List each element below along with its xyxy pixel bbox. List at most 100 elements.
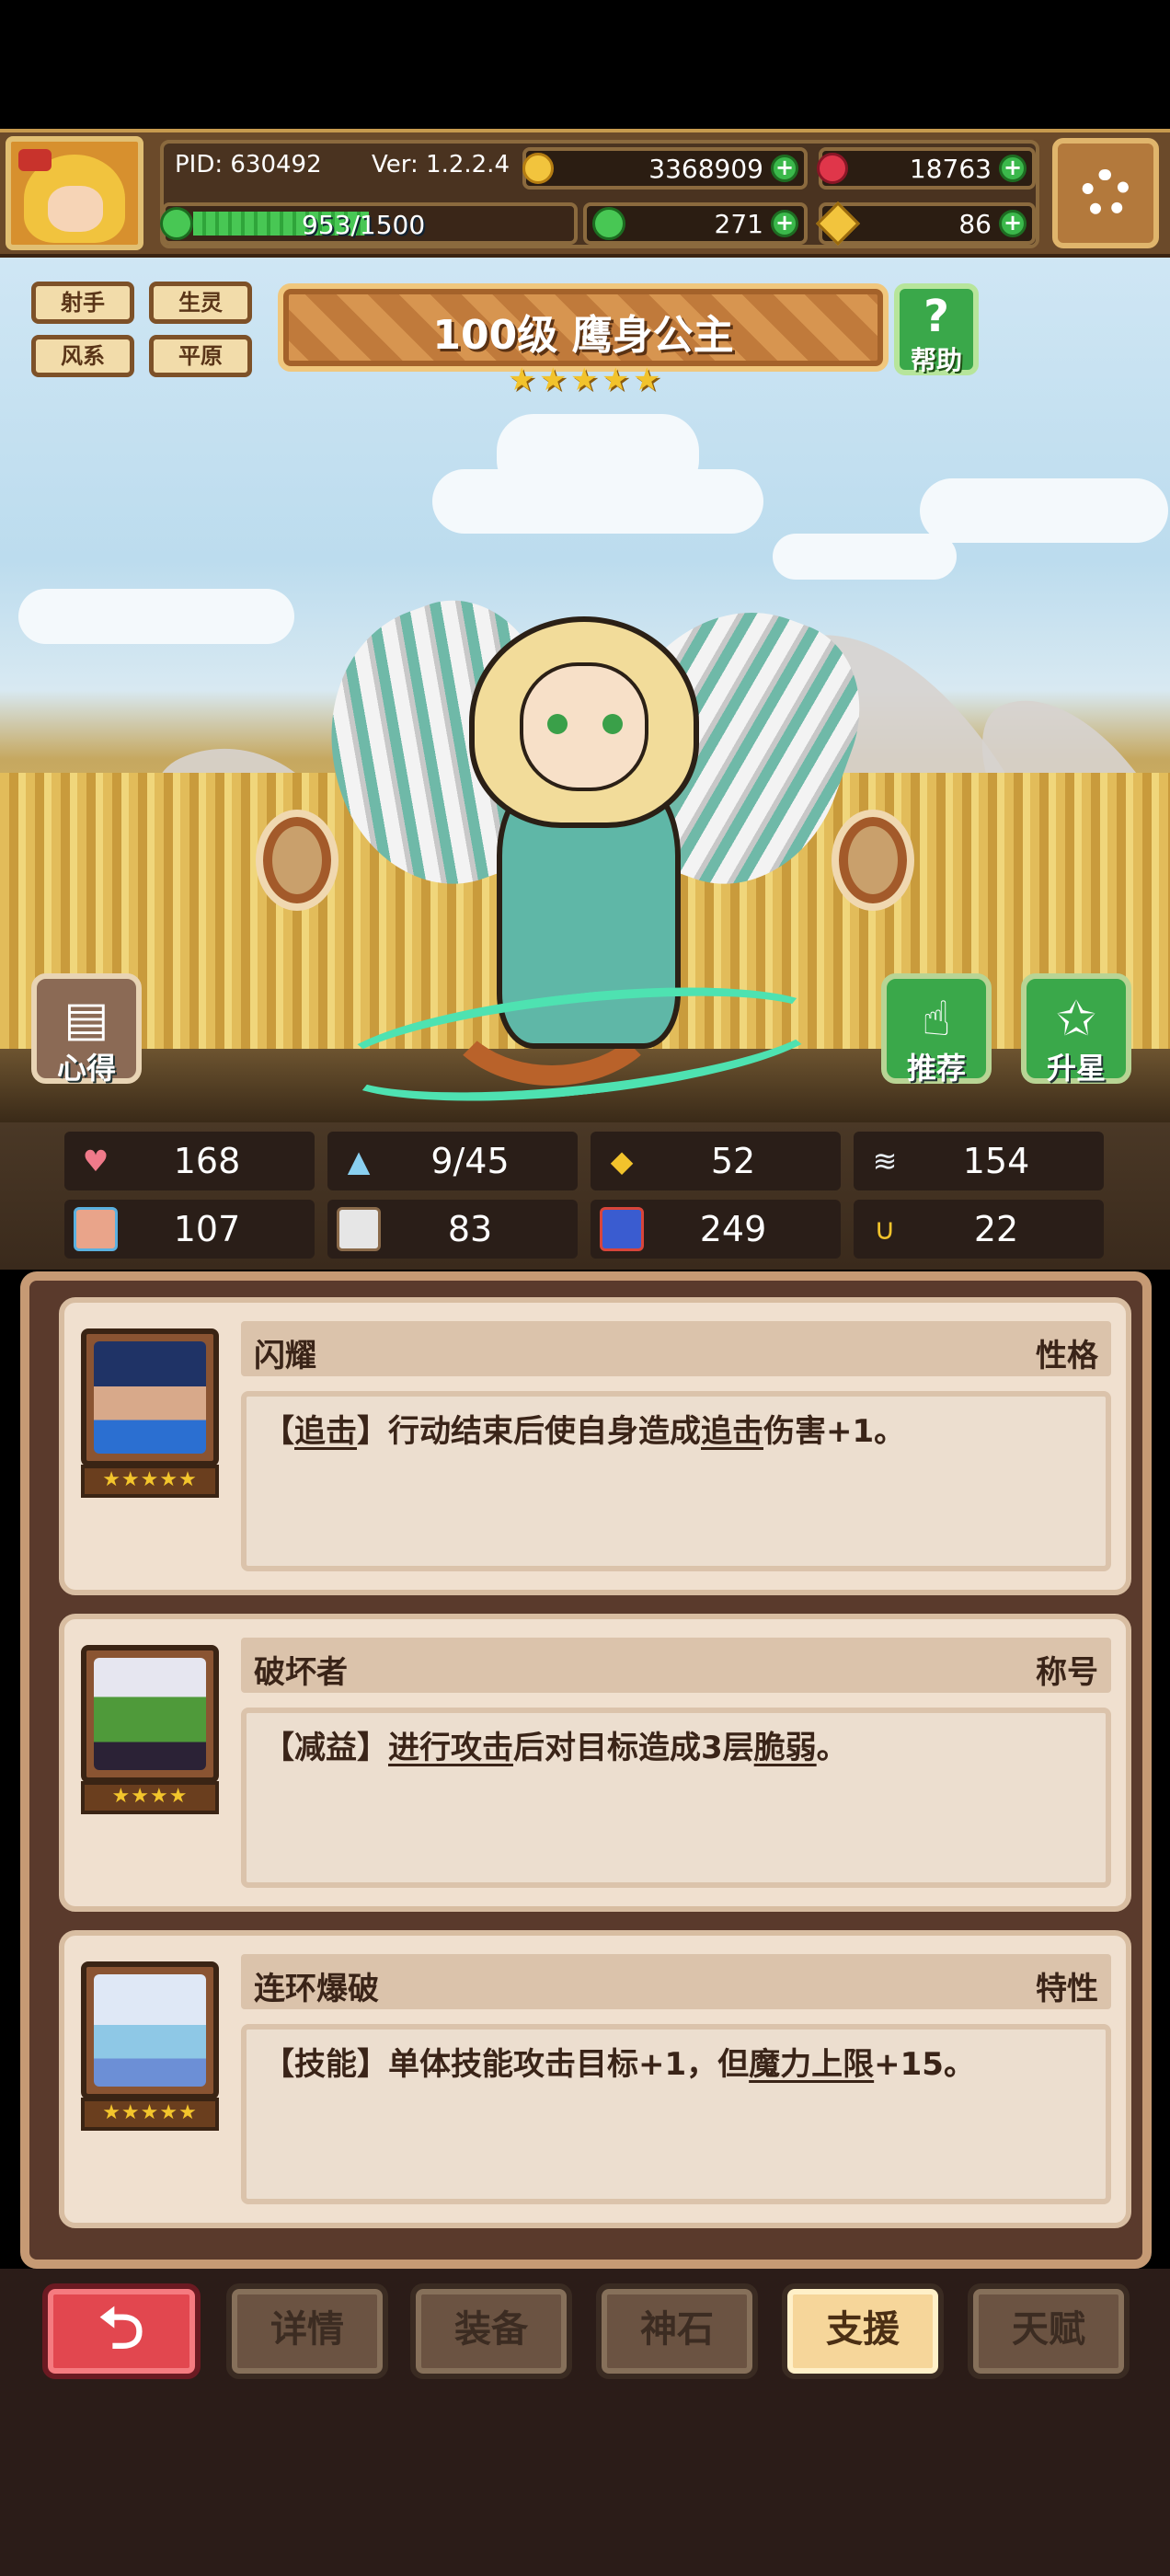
star-icon: ★	[508, 362, 536, 398]
scroll-icon: ▤	[63, 992, 109, 1047]
support-star-rating: ★★★★★	[81, 1465, 219, 1498]
stat-defense: ◆ 52	[591, 1132, 841, 1190]
keyword-link[interactable]: 追击	[294, 1413, 357, 1450]
stat-luck: ∪ 22	[854, 1200, 1104, 1259]
wing-speed-icon: ≋	[872, 1144, 898, 1179]
support-panel: ★★★★★ 闪耀 性格 【追击】行动结束后使自身造成追击伤害+1。 ★★★★ 破…	[20, 1271, 1152, 2269]
stairs-icon	[600, 1207, 644, 1251]
recommend-button[interactable]: ☝ 推荐	[881, 973, 992, 1086]
add-gold-button[interactable]: +	[771, 155, 798, 182]
gold-coin-icon	[522, 153, 554, 184]
gem-counter: 18763 +	[817, 147, 1036, 190]
support-name: 连环爆破	[254, 1971, 379, 2007]
heart-icon: ♥	[82, 1144, 109, 1179]
back-button[interactable]: ⮌	[42, 2283, 201, 2379]
energy-value: 953/1500	[302, 210, 426, 240]
thumbs-up-icon: ☝	[922, 992, 951, 1047]
add-gem-button[interactable]: +	[999, 155, 1027, 182]
support-card[interactable]: ★★★★ 破坏者 称号 【减益】进行攻击后对目标造成3层脆弱。	[59, 1614, 1131, 1912]
pid-version-row: PID: 630492 Ver: 1.2.2.4	[167, 147, 526, 190]
star-up-button[interactable]: ✩ 升星	[1021, 973, 1131, 1086]
support-header: 闪耀 性格	[241, 1321, 1111, 1376]
support-card[interactable]: ★★★★★ 连环爆破 特性 【技能】单体技能攻击目标+1，但魔力上限+15。	[59, 1930, 1131, 2228]
gold-value: 3368909	[648, 153, 763, 184]
tab-equipment[interactable]: 装备	[410, 2283, 572, 2379]
energy-bar: 953/1500	[160, 202, 578, 245]
star-icon: ★	[539, 362, 568, 398]
hero-star-rating: ★ ★ ★ ★ ★	[508, 362, 661, 398]
support-portrait	[81, 1645, 219, 1783]
support-header: 连环爆破 特性	[241, 1954, 1111, 2009]
settings-button[interactable]	[1052, 138, 1159, 248]
star-up-label: 升星	[1046, 1051, 1106, 1086]
hero-face	[520, 662, 648, 791]
support-name: 破坏者	[254, 1654, 348, 1691]
stat-mana: ▲ 9/45	[327, 1132, 578, 1190]
tab-talent[interactable]: 天赋	[968, 2283, 1130, 2379]
star-icon: ★	[633, 362, 661, 398]
tag-element: 风系	[31, 335, 134, 377]
support-type: 称号	[1036, 1654, 1098, 1691]
clover-counter: 271 +	[583, 202, 808, 245]
tag-class: 射手	[31, 282, 134, 324]
version-label: Ver: 1.2.2.4	[372, 151, 510, 178]
add-key-button[interactable]: +	[999, 210, 1027, 237]
star-icon: ★	[602, 362, 630, 398]
support-header: 破坏者 称号	[241, 1638, 1111, 1693]
support-star-rating: ★★★★★	[81, 2098, 219, 2131]
keyword-link[interactable]: 进行攻击	[388, 1730, 513, 1766]
clover-icon	[592, 207, 625, 240]
key-counter: 86 +	[815, 201, 1036, 247]
support-type: 特性	[1036, 1971, 1098, 2007]
hero-title-banner: 100级 鹰身公主	[278, 283, 889, 372]
tab-support[interactable]: 支援	[782, 2283, 944, 2379]
support-description: 【减益】进行攻击后对目标造成3层脆弱。	[241, 1708, 1111, 1888]
stat-hp: ♥ 168	[64, 1132, 315, 1190]
support-card[interactable]: ★★★★★ 闪耀 性格 【追击】行动结束后使自身造成追击伤害+1。	[59, 1297, 1131, 1595]
mana-drop-icon: ▲	[347, 1144, 371, 1179]
horseshoe-icon: ∪	[874, 1212, 896, 1247]
back-arrow-icon: ⮌	[98, 2294, 144, 2362]
key-value: 86	[958, 208, 992, 239]
tab-details[interactable]: 详情	[226, 2283, 388, 2379]
gear-icon	[1082, 169, 1130, 217]
tag-race: 生灵	[149, 282, 252, 324]
right-relic-egg-icon[interactable]	[832, 810, 914, 911]
player-avatar[interactable]	[6, 136, 143, 250]
support-star-rating: ★★★★	[81, 1781, 219, 1814]
tab-godstone[interactable]: 神石	[596, 2283, 758, 2379]
keyword-link[interactable]: 脆弱	[754, 1730, 817, 1766]
energy-clover-icon	[160, 207, 193, 240]
star-icon: ★	[570, 362, 599, 398]
support-description: 【技能】单体技能攻击目标+1，但魔力上限+15。	[241, 2024, 1111, 2204]
support-name: 闪耀	[254, 1338, 316, 1374]
support-type: 性格	[1036, 1338, 1098, 1374]
fist-icon	[74, 1207, 118, 1251]
shield-icon: ◆	[610, 1144, 634, 1179]
question-icon: ?	[923, 291, 949, 342]
left-relic-egg-icon[interactable]	[256, 810, 338, 911]
gold-counter: 3368909 +	[522, 147, 808, 190]
ruby-gem-icon	[817, 153, 848, 184]
insight-button[interactable]: ▤ 心得	[31, 973, 142, 1086]
keyword-link[interactable]: 追击	[701, 1413, 763, 1450]
pid-label: PID: 630492	[175, 151, 322, 178]
stat-speed: ≋ 154	[854, 1132, 1104, 1190]
star-icon: ✩	[1056, 992, 1096, 1047]
support-portrait	[81, 1961, 219, 2099]
stat-attack: 107	[64, 1200, 315, 1259]
help-label: 帮助	[910, 345, 962, 375]
insight-label: 心得	[56, 1051, 116, 1086]
stat-magic: 83	[327, 1200, 578, 1259]
book-icon	[337, 1207, 381, 1251]
recommend-label: 推荐	[906, 1051, 966, 1086]
add-clover-button[interactable]: +	[771, 210, 798, 237]
tag-terrain: 平原	[149, 335, 252, 377]
stat-hit: 249	[591, 1200, 841, 1259]
support-portrait	[81, 1328, 219, 1466]
help-button[interactable]: ? 帮助	[894, 283, 979, 375]
clover-value: 271	[714, 208, 763, 239]
keyword-link[interactable]: 魔力上限	[749, 2046, 874, 2083]
support-description: 【追击】行动结束后使自身造成追击伤害+1。	[241, 1391, 1111, 1571]
hero-title: 100级 鹰身公主	[432, 312, 734, 359]
